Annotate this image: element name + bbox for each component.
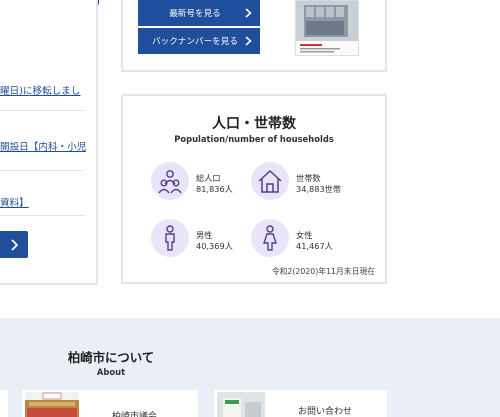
female-value: 41,467人 — [296, 241, 333, 251]
house-icon — [251, 162, 289, 200]
total-population-value: 81,836人 — [196, 184, 233, 194]
chevron-right-icon — [245, 8, 252, 18]
news-divider — [0, 170, 84, 171]
koho-cover-thumbnail[interactable] — [295, 0, 359, 56]
news-item-link[interactable]: 曜日)に移転しまし — [0, 83, 86, 97]
about-card-partial[interactable] — [0, 390, 8, 417]
news-divider — [0, 215, 84, 216]
latest-issue-button[interactable]: 最新号を見る — [138, 0, 260, 26]
council-chamber-photo-icon — [25, 392, 79, 417]
male-value: 40,369人 — [196, 241, 233, 251]
news-divider — [0, 110, 84, 111]
female-icon — [251, 219, 289, 257]
building-photo-icon — [296, 1, 358, 55]
chevron-right-icon — [245, 36, 252, 46]
news-item-link[interactable]: 資料】 — [0, 195, 86, 209]
latest-issue-label: 最新号を見る — [169, 9, 221, 19]
news-more-button[interactable] — [0, 231, 28, 258]
about-card-council[interactable]: 柏崎市議会 — [22, 390, 198, 417]
backnumber-button[interactable]: バックナンバーを見る — [138, 28, 260, 54]
population-as-of-date: 令和2(2020)年11月末日現在 — [271, 267, 375, 276]
contact-office-photo-icon — [217, 392, 265, 417]
news-item-link[interactable]: 開設日【内科・小児 — [0, 139, 86, 153]
households-value: 34,883世帯 — [296, 184, 342, 194]
population-title: 人口・世帯数 — [212, 116, 296, 132]
chevron-right-icon — [11, 238, 19, 251]
people-icon — [151, 162, 189, 200]
about-card-label: 柏崎市議会 — [112, 412, 158, 417]
backnumber-label: バックナンバーを見る — [152, 37, 238, 47]
about-card-contact[interactable]: お問い合わせ — [214, 390, 387, 417]
about-subtitle: About — [96, 367, 126, 377]
population-subtitle: Population/number of households — [174, 134, 334, 144]
male-icon — [151, 219, 189, 257]
about-card-label: お問い合わせ — [298, 407, 353, 417]
about-title: 柏崎市について — [67, 350, 155, 365]
